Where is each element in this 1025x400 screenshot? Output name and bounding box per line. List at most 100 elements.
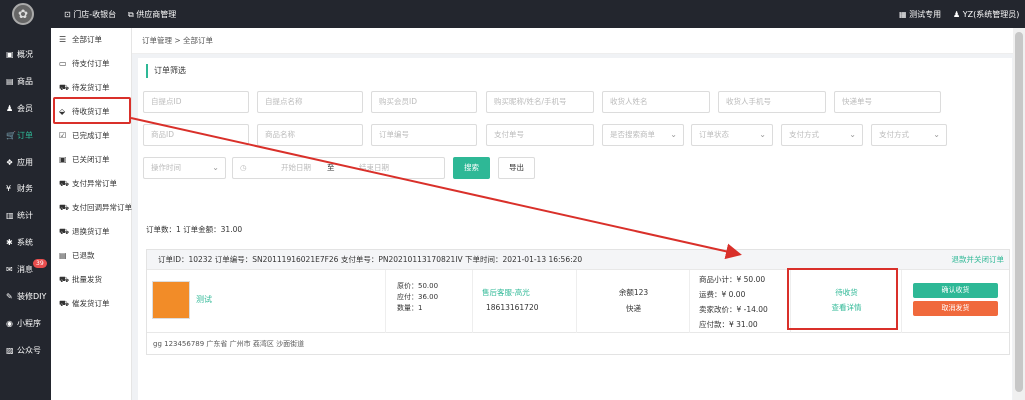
payment-method-2-select[interactable]: 支付方式 ⌄	[871, 124, 947, 146]
pickup-name-input[interactable]: 自提点名称	[257, 91, 363, 113]
chevron-down-icon: ⌄	[212, 163, 219, 172]
staff-phone: 18613161720	[486, 303, 539, 312]
sidebar-item-label: 统计	[17, 211, 33, 220]
list-icon: ☰	[59, 35, 67, 44]
payment-number-input[interactable]: 支付单号	[486, 124, 594, 146]
product-thumbnail[interactable]	[152, 281, 190, 319]
subnav-label: 催发货订单	[72, 299, 110, 308]
order-summary: 订单数：1 订单金额：31.00	[146, 225, 243, 234]
miniapp-icon: ◉	[6, 319, 13, 328]
select-value: 支付方式	[879, 130, 909, 139]
search-button[interactable]: 搜索	[453, 157, 490, 179]
subnav-label: 待支付订单	[72, 59, 110, 68]
sidebar-item-messages[interactable]: ✉ 消息 39	[0, 257, 51, 283]
sidebar-item-miniapp[interactable]: ◉ 小程序	[0, 311, 51, 337]
user-icon: ♟	[953, 10, 961, 19]
subnav-refunded[interactable]: ▤ 已退款	[51, 244, 132, 268]
product-name-link[interactable]: 测试	[196, 294, 212, 305]
subnav-returns[interactable]: ⛟ 退换货订单	[51, 220, 132, 244]
export-button[interactable]: 导出	[498, 157, 535, 179]
subnav-label: 支付回调异常订单	[72, 203, 132, 212]
refund-close-link[interactable]: 退款并关闭订单	[952, 250, 1005, 270]
sidebar-item-finance[interactable]: ¥ 财务	[0, 176, 51, 202]
sidebar-item-overview[interactable]: ▣ 概况	[0, 42, 51, 68]
order-number-input[interactable]: 订单编号	[371, 124, 477, 146]
search-merchant-select[interactable]: 是否搜索商单 ⌄	[602, 124, 684, 146]
cart-icon: 🛒	[6, 131, 16, 140]
subnav-urge-ship[interactable]: ⛟ 催发货订单	[51, 292, 132, 316]
sidebar-item-label: 装修DIY	[17, 292, 47, 301]
user-menu-label: YZ(系统管理员)	[962, 10, 1020, 19]
subnav-label: 已完成订单	[72, 131, 110, 140]
sidebar-item-stats[interactable]: ▥ 统计	[0, 203, 51, 229]
truck-icon: ⛟	[59, 227, 70, 236]
nav-cashier-label: 门店-收银台	[73, 10, 117, 19]
pickup-id-input[interactable]: 自提点ID	[143, 91, 249, 113]
sidebar-item-members[interactable]: ♟ 会员	[0, 96, 51, 122]
start-date-input[interactable]: 开始日期	[281, 158, 311, 178]
user-menu[interactable]: ♟ YZ(系统管理员)	[953, 9, 1019, 20]
confirm-receipt-button[interactable]: 确认收货	[913, 283, 998, 298]
nav-supplier[interactable]: ⧉ 供应商管理	[128, 9, 176, 20]
supplier-icon: ⧉	[128, 10, 134, 19]
sidebar-item-label: 消息	[17, 265, 33, 274]
subnav-closed[interactable]: ▣ 已关闭订单	[51, 148, 132, 172]
date-range-picker[interactable]: ◷ 开始日期 至 结束日期	[232, 157, 445, 179]
subnav-label: 已关闭订单	[72, 155, 110, 164]
shipping-fee: 运费：¥ 0.00	[699, 290, 746, 299]
order-subnav: ☰ 全部订单 ▭ 待支付订单 ⛟ 待发货订单 ⬙ 待收货订单 ☑ 已完成订单 ▣ 已关闭订单…	[51, 28, 132, 400]
truck-icon: ⛟	[59, 203, 70, 212]
main-content: 订单管理 > 全部订单 订单筛选 自提点ID 自提点名称 购买会员ID 购买昵称…	[132, 28, 1025, 400]
subnav-all-orders[interactable]: ☰ 全部订单	[51, 28, 132, 52]
subnav-batch-ship[interactable]: ⛟ 批量发货	[51, 268, 132, 292]
member-id-input[interactable]: 购买会员ID	[371, 91, 477, 113]
receiver-name-input[interactable]: 收货人姓名	[602, 91, 710, 113]
quantity: 数量：1	[397, 304, 423, 312]
goods-name-input[interactable]: 商品名称	[257, 124, 363, 146]
test-menu-label: 测试专用	[909, 10, 942, 19]
subnav-label: 已退款	[72, 251, 95, 260]
time-type-select[interactable]: 操作时间 ⌄	[143, 157, 226, 179]
date-range-separator: 至	[327, 163, 335, 172]
sidebar-item-official-account[interactable]: ▨ 公众号	[0, 338, 51, 364]
goods-icon: ▤	[6, 77, 14, 86]
end-date-input[interactable]: 结束日期	[359, 158, 389, 178]
truck-icon: ⛟	[59, 179, 70, 188]
subnav-callback-error[interactable]: ⛟ 支付回调异常订单	[51, 196, 132, 220]
subnav-pay-error[interactable]: ⛟ 支付异常订单	[51, 172, 132, 196]
filter-title: 订单筛选	[146, 64, 186, 78]
sidebar-item-apps[interactable]: ❖ 应用	[0, 150, 51, 176]
subnav-completed[interactable]: ☑ 已完成订单	[51, 124, 132, 148]
sidebar-item-label: 小程序	[17, 319, 41, 328]
highlight-box	[53, 97, 131, 124]
payment-method: 余额123	[618, 288, 649, 297]
sidebar-item-label: 系统	[17, 238, 33, 247]
test-menu[interactable]: ▦ 测试专用	[899, 9, 941, 20]
original-price: 原价：50.00	[397, 282, 439, 290]
scrollbar-thumb[interactable]	[1015, 32, 1023, 392]
order-status-select[interactable]: 订单状态 ⌄	[691, 124, 773, 146]
goods-id-input[interactable]: 商品ID	[143, 124, 249, 146]
goods-subtotal: 商品小计：¥ 50.00	[699, 275, 766, 284]
yen-icon: ¥	[6, 184, 12, 193]
scrollbar[interactable]	[1013, 28, 1025, 400]
nav-cashier[interactable]: ⊡ 门店-收银台	[64, 9, 116, 20]
payment-method-select[interactable]: 支付方式 ⌄	[781, 124, 863, 146]
breadcrumb: 订单管理 > 全部订单	[132, 28, 1025, 54]
sidebar-item-label: 会员	[17, 104, 33, 113]
receiver-phone-input[interactable]: 收货人手机号	[718, 91, 826, 113]
sidebar-item-goods[interactable]: ▤ 商品	[0, 69, 51, 95]
member-search-input[interactable]: 购买昵称/姓名/手机号	[486, 91, 594, 113]
sidebar-item-diy[interactable]: ✎ 装修DIY	[0, 284, 51, 310]
refund-icon: ▤	[59, 251, 67, 260]
sidebar-item-orders[interactable]: 🛒订单	[0, 123, 51, 149]
sidebar-item-system[interactable]: ✱ 系统	[0, 230, 51, 256]
logo[interactable]: ✿	[12, 3, 34, 25]
amount-column: 商品小计：¥ 50.00 运费：¥ 0.00 卖家改价：¥ -14.00 应付款…	[690, 270, 791, 333]
subnav-label: 待发货订单	[72, 83, 110, 92]
amount-payable: 应付款：¥ 31.00	[699, 320, 758, 329]
express-number-input[interactable]: 快递单号	[834, 91, 941, 113]
clock-icon: ◷	[240, 163, 247, 172]
subnav-unpaid[interactable]: ▭ 待支付订单	[51, 52, 132, 76]
cancel-shipment-button[interactable]: 取消发货	[913, 301, 998, 316]
